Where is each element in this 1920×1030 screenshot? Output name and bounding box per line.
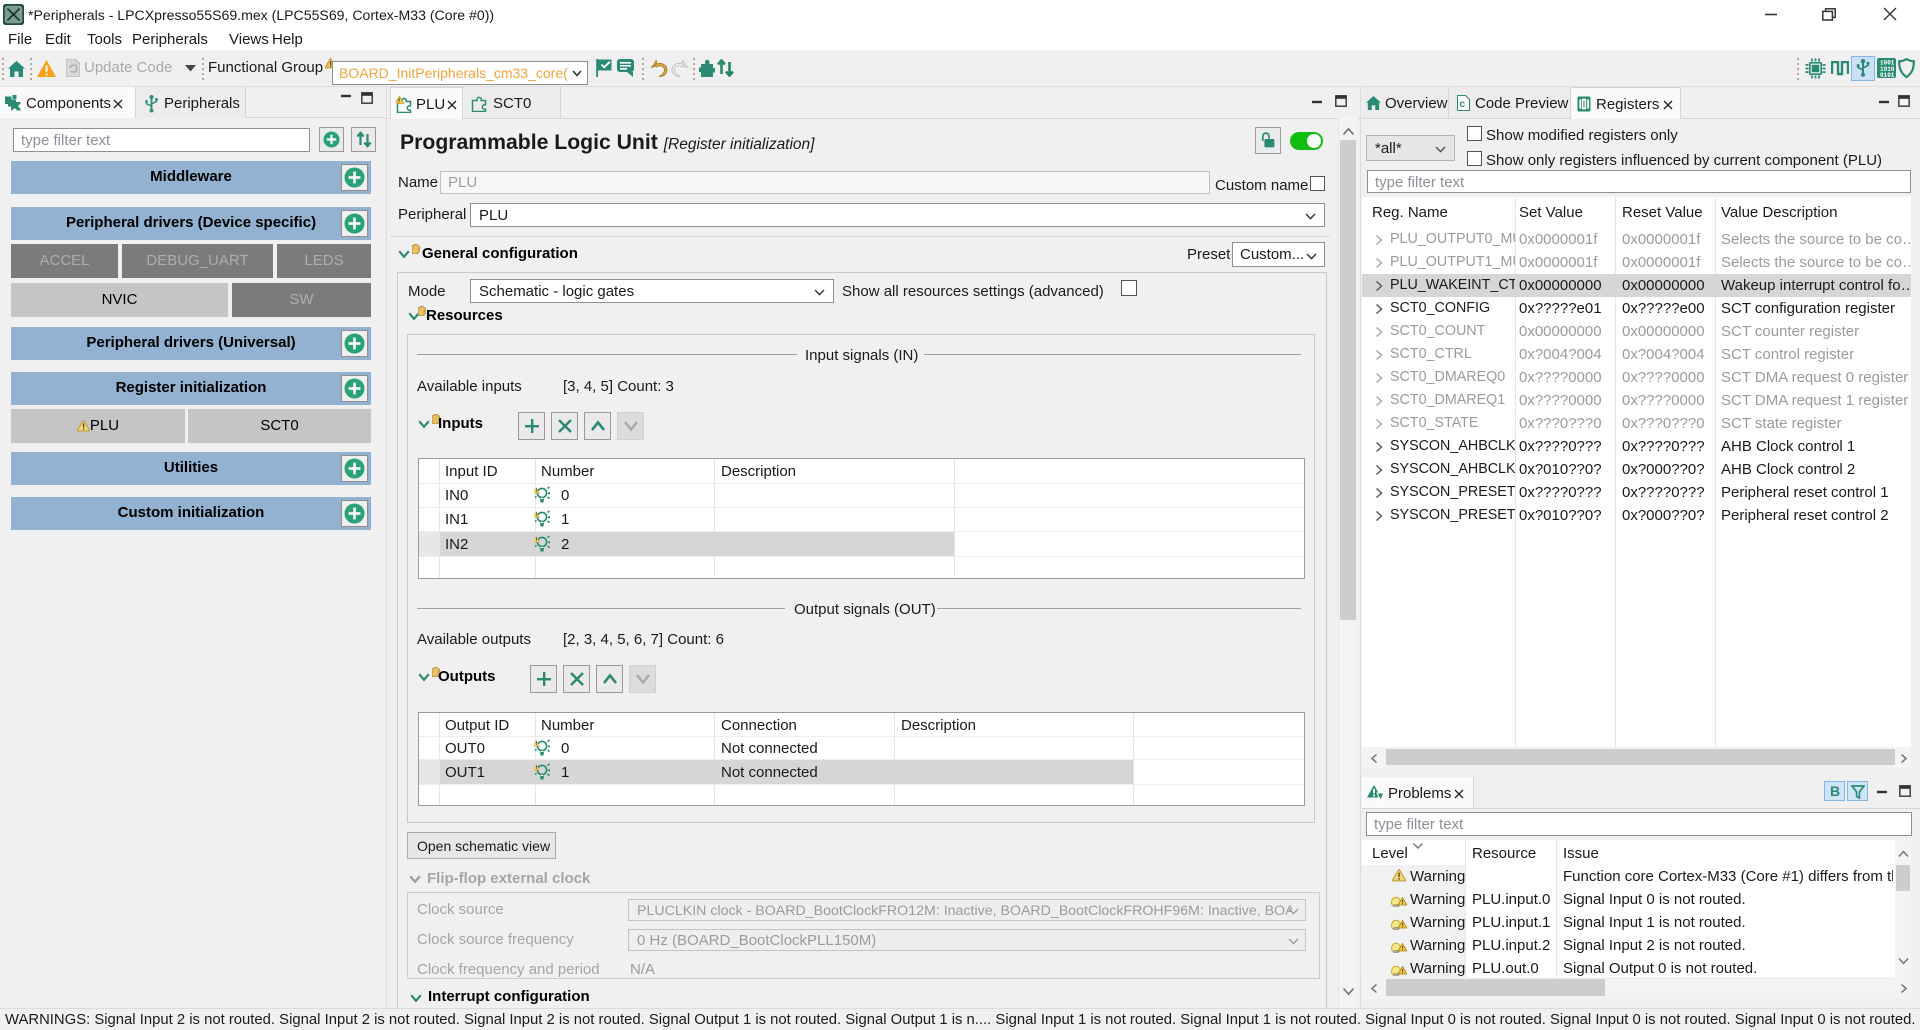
svg-text:c: c [1460,99,1466,110]
svg-text:0101: 0101 [1880,72,1895,78]
